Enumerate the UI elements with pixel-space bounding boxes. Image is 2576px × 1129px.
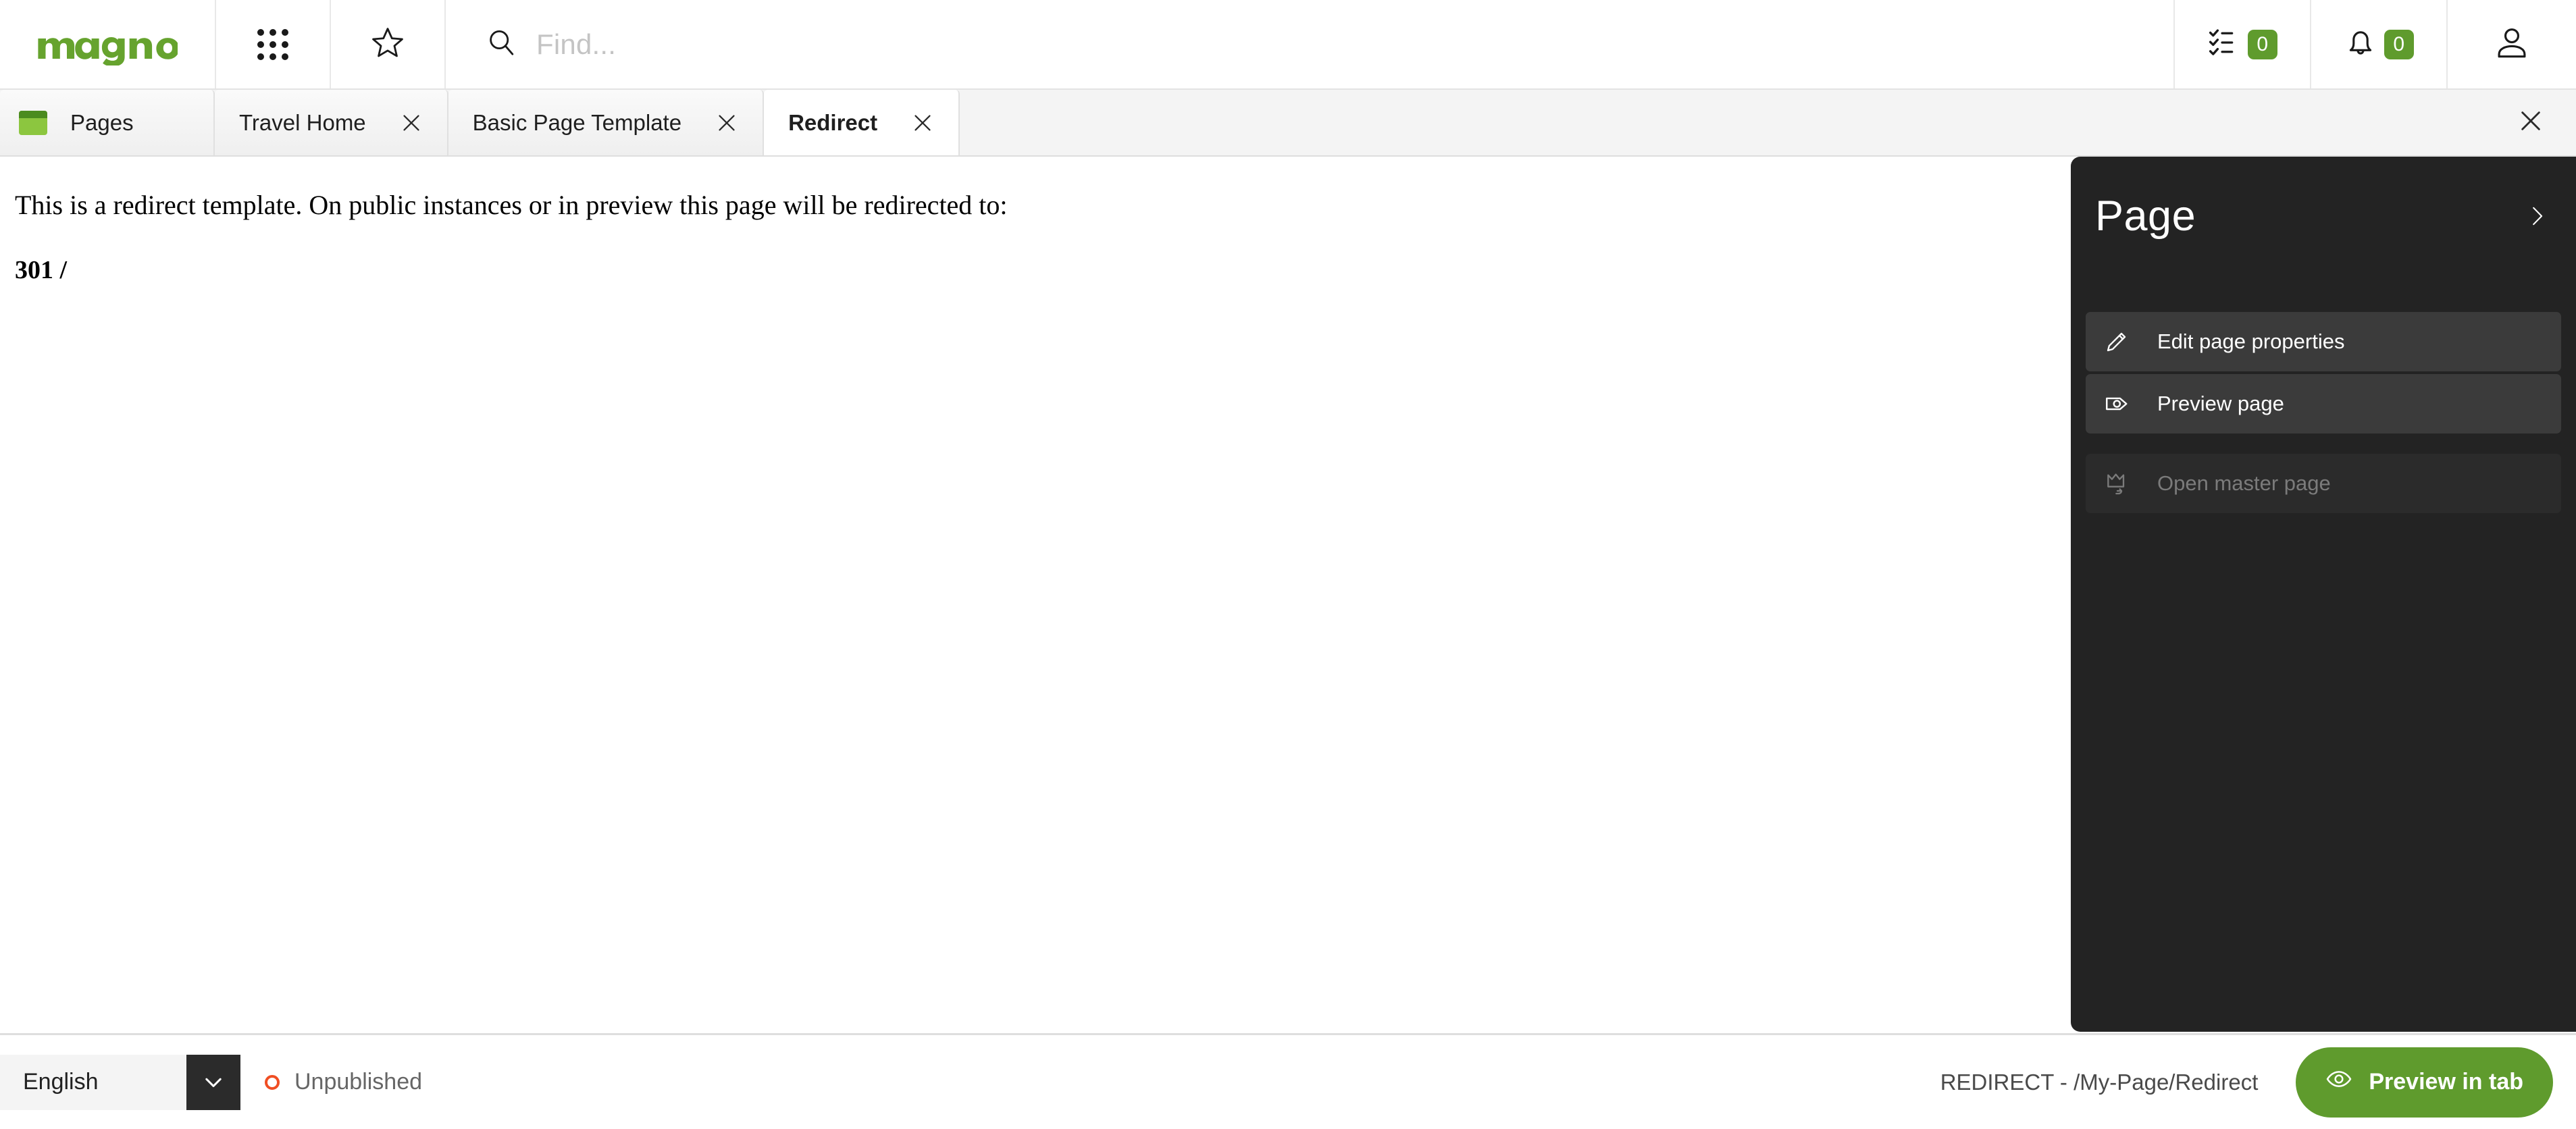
preview-button-label: Preview in tab (2369, 1069, 2523, 1095)
tab-label: Basic Page Template (472, 109, 682, 135)
close-icon (2517, 107, 2544, 138)
close-icon[interactable] (715, 111, 738, 134)
action-panel-title: Page (2095, 192, 2196, 240)
language-value: English (0, 1054, 186, 1110)
user-avatar-icon (2494, 24, 2530, 64)
tab-redirect[interactable]: Redirect (764, 90, 960, 155)
tab-label: Travel Home (239, 109, 366, 135)
user-menu-button[interactable] (2448, 0, 2576, 88)
apps-launcher-button[interactable] (216, 0, 331, 88)
close-app-button[interactable] (2485, 90, 2576, 155)
app-tab-label: Pages (70, 109, 134, 135)
search-icon (485, 26, 517, 62)
magnolia-logo[interactable] (0, 0, 216, 88)
status-ring-icon (265, 1074, 280, 1090)
global-search[interactable] (446, 0, 2175, 88)
close-icon[interactable] (400, 111, 423, 134)
bell-icon (2344, 26, 2377, 63)
language-select[interactable]: English (0, 1054, 240, 1110)
magnolia-app-shell: 0 0 Pages Tra (0, 0, 2576, 1129)
page-editor-area: This is a redirect template. On public i… (0, 157, 2576, 1033)
pages-app-icon (19, 110, 47, 135)
notifications-button[interactable]: 0 (2311, 0, 2448, 88)
apps-grid-icon (257, 28, 288, 60)
page-path-label: REDIRECT - /My-Page/Redirect (1940, 1069, 2259, 1095)
tasks-button[interactable]: 0 (2175, 0, 2311, 88)
tasks-count-badge: 0 (2248, 29, 2277, 59)
magnolia-logo-icon (37, 24, 180, 66)
tab-label: Redirect (788, 109, 878, 135)
app-tab-pages[interactable]: Pages (0, 90, 215, 155)
eye-icon (2325, 1066, 2352, 1099)
status-badge: Unpublished (265, 1069, 422, 1095)
close-icon[interactable] (911, 111, 934, 134)
notifications-count-badge: 0 (2384, 29, 2414, 59)
tab-bar-spacer (960, 90, 2485, 155)
crown-arrow-icon (2103, 470, 2140, 497)
app-header: 0 0 (0, 0, 2576, 90)
tab-bar: Pages Travel Home Basic Page Template Re… (0, 90, 2576, 157)
eye-tag-icon (2103, 390, 2140, 418)
tab-travel-home[interactable]: Travel Home (215, 90, 448, 155)
preview-in-tab-button[interactable]: Preview in tab (2296, 1047, 2553, 1118)
chevron-right-icon[interactable] (2522, 201, 2552, 231)
action-label: Preview page (2157, 392, 2284, 415)
tasks-checklist-icon (2207, 26, 2241, 63)
action-edit-page-properties[interactable]: Edit page properties (2086, 312, 2561, 371)
action-preview-page[interactable]: Preview page (2086, 374, 2561, 434)
page-action-panel: Page Edit page properties Preview page O… (2071, 157, 2576, 1032)
action-panel-header: Page (2071, 157, 2576, 275)
action-panel-list: Edit page properties Preview page Open m… (2071, 275, 2576, 513)
favorites-button[interactable] (331, 0, 446, 88)
star-icon (370, 25, 405, 63)
status-label: Unpublished (294, 1069, 423, 1095)
action-label: Edit page properties (2157, 330, 2345, 353)
chevron-down-icon[interactable] (186, 1054, 240, 1110)
editor-footer: English Unpublished REDIRECT - /My-Page/… (0, 1033, 2576, 1129)
action-label: Open master page (2157, 471, 2331, 495)
search-input[interactable] (536, 28, 1347, 61)
action-open-master-page: Open master page (2086, 454, 2561, 513)
tab-basic-page-template[interactable]: Basic Page Template (448, 90, 765, 155)
pencil-icon (2103, 328, 2140, 355)
